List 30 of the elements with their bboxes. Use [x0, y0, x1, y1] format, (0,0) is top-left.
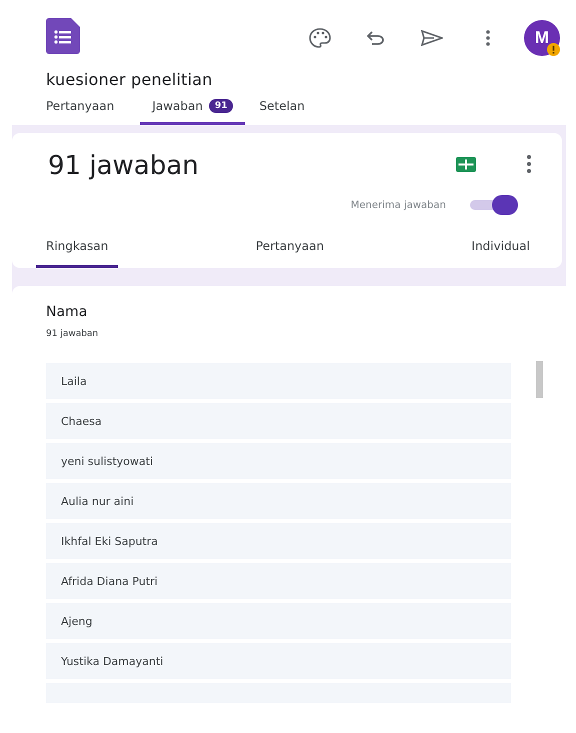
form-title: kuesioner penelitian	[46, 70, 214, 89]
avatar[interactable]: M	[524, 20, 560, 56]
forms-logo-icon[interactable]	[46, 18, 80, 54]
send-icon[interactable]	[421, 30, 443, 46]
accepting-toggle[interactable]	[468, 195, 518, 215]
toggle-label: Menerima jawaban	[350, 200, 446, 210]
undo-icon[interactable]	[367, 31, 385, 45]
answer-row: Afrida Diana Putri	[46, 563, 511, 599]
tab[interactable]: Individual	[462, 233, 540, 268]
tab[interactable]: Setelan	[259, 95, 317, 125]
spreadsheet-icon[interactable]	[456, 156, 476, 172]
more-icon[interactable]	[486, 30, 490, 46]
question-title: Nama	[46, 304, 88, 320]
answer-row: yeni sulistyowati	[46, 443, 511, 479]
answer-row: Aulia nur aini	[46, 483, 511, 519]
palette-icon[interactable]	[308, 27, 332, 49]
more-icon[interactable]	[524, 154, 534, 174]
answer-row: Yustika Damayanti	[46, 643, 511, 679]
response-count-title: 91 jawaban	[48, 151, 199, 181]
answer-row: Ikhfal Eki Saputra	[46, 523, 511, 559]
tab[interactable]: Ringkasan	[36, 233, 118, 268]
answer-row: Chaesa	[46, 403, 511, 439]
count-badge: 91	[208, 99, 234, 113]
scrollbar[interactable]	[536, 361, 543, 398]
tab[interactable]: Pertanyaan	[246, 233, 334, 268]
response-count: 91 jawaban	[46, 329, 100, 339]
tab[interactable]: Jawaban 91	[140, 95, 246, 125]
tab[interactable]: Pertanyaan	[46, 95, 126, 125]
answer-row: Laila	[46, 363, 511, 399]
answer-row: Ajeng	[46, 603, 511, 639]
